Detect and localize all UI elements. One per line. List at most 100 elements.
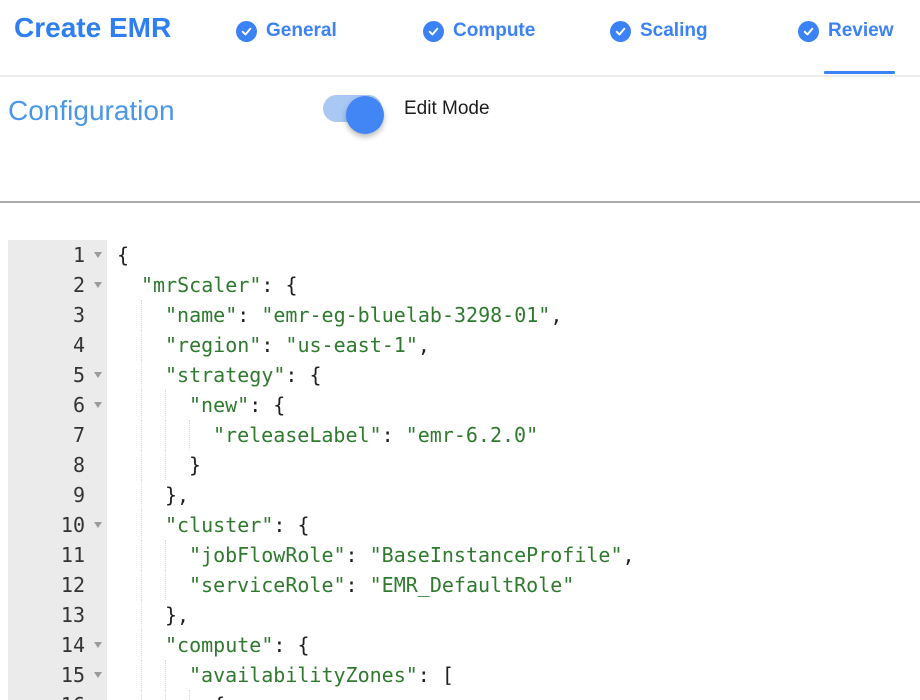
gutter-cell: 11 bbox=[8, 540, 107, 570]
line-number: 8 bbox=[8, 450, 88, 480]
fold-arrow-slot bbox=[88, 420, 107, 450]
gutter-cell: 8 bbox=[8, 450, 107, 480]
json-punctuation: : { bbox=[273, 510, 309, 540]
indent-guide bbox=[117, 270, 141, 300]
json-key: "availabilityZones" bbox=[189, 660, 418, 690]
json-key: "serviceRole" bbox=[189, 570, 346, 600]
code-line[interactable]: "releaseLabel": "emr-6.2.0" bbox=[107, 420, 920, 450]
gutter-cell: 3 bbox=[8, 300, 107, 330]
chevron-down-icon bbox=[94, 402, 102, 408]
line-number: 13 bbox=[8, 600, 88, 630]
tab-label: Compute bbox=[453, 20, 535, 42]
fold-arrow[interactable] bbox=[88, 630, 107, 660]
chevron-down-icon bbox=[94, 522, 102, 528]
indent-guide bbox=[141, 360, 165, 390]
gutter-cell: 6 bbox=[8, 390, 107, 420]
indent-guide bbox=[117, 330, 141, 360]
json-punctuation: : bbox=[346, 540, 370, 570]
line-number: 5 bbox=[8, 360, 88, 390]
editor-line: 13}, bbox=[8, 600, 920, 630]
editor[interactable]: 1{2"mrScaler": {3"name": "emr-eg-bluelab… bbox=[8, 240, 920, 700]
code-line[interactable]: "strategy": { bbox=[107, 360, 920, 390]
indent-guide bbox=[117, 390, 141, 420]
code-line[interactable]: { bbox=[107, 690, 920, 700]
editor-line: 15 "availabilityZones": [ bbox=[8, 660, 920, 690]
code-line[interactable]: "new": { bbox=[107, 390, 920, 420]
indent-guide bbox=[117, 660, 141, 690]
fold-arrow[interactable] bbox=[88, 510, 107, 540]
check-circle-icon bbox=[423, 21, 444, 42]
indent-guide bbox=[165, 540, 189, 570]
line-number: 3 bbox=[8, 300, 88, 330]
line-number: 16 bbox=[8, 690, 88, 700]
fold-arrow[interactable] bbox=[88, 240, 107, 270]
code-line[interactable]: "jobFlowRole": "BaseInstanceProfile", bbox=[107, 540, 920, 570]
line-number: 2 bbox=[8, 270, 88, 300]
json-punctuation: : bbox=[237, 300, 261, 330]
code-line[interactable]: }, bbox=[107, 600, 920, 630]
indent-guide bbox=[165, 690, 189, 700]
chevron-down-icon bbox=[94, 252, 102, 258]
json-punctuation: , bbox=[550, 300, 562, 330]
fold-arrow-slot bbox=[88, 300, 107, 330]
code-line[interactable]: "region": "us-east-1", bbox=[107, 330, 920, 360]
json-string: "emr-eg-bluelab-3298-01" bbox=[261, 300, 550, 330]
code-line[interactable]: "compute": { bbox=[107, 630, 920, 660]
indent-guide bbox=[141, 420, 165, 450]
indent-guide bbox=[117, 480, 141, 510]
line-number: 14 bbox=[8, 630, 88, 660]
gutter-cell: 4 bbox=[8, 330, 107, 360]
editor-line: 9}, bbox=[8, 480, 920, 510]
json-punctuation: : bbox=[346, 570, 370, 600]
code-line[interactable]: "serviceRole": "EMR_DefaultRole" bbox=[107, 570, 920, 600]
code-line[interactable]: } bbox=[107, 450, 920, 480]
fold-arrow[interactable] bbox=[88, 390, 107, 420]
json-key: "jobFlowRole" bbox=[189, 540, 346, 570]
tab-compute[interactable]: Compute bbox=[423, 20, 535, 42]
fold-arrow[interactable] bbox=[88, 360, 107, 390]
indent-guide bbox=[189, 420, 213, 450]
toggle-label: Edit Mode bbox=[404, 98, 490, 120]
section-divider bbox=[0, 201, 920, 203]
code-line[interactable]: { bbox=[107, 240, 920, 270]
toggle-knob[interactable] bbox=[346, 96, 384, 134]
json-string: "emr-6.2.0" bbox=[406, 420, 538, 450]
json-key: "name" bbox=[165, 300, 237, 330]
code-line[interactable]: "name": "emr-eg-bluelab-3298-01", bbox=[107, 300, 920, 330]
indent-guide bbox=[141, 570, 165, 600]
wizard-header: Create EMR General Compute Scaling Revie… bbox=[0, 0, 920, 77]
indent-guide bbox=[141, 600, 165, 630]
json-key: "releaseLabel" bbox=[213, 420, 382, 450]
indent-guide bbox=[141, 450, 165, 480]
gutter-cell: 7 bbox=[8, 420, 107, 450]
chevron-down-icon bbox=[94, 282, 102, 288]
code-line[interactable]: "cluster": { bbox=[107, 510, 920, 540]
fold-arrow[interactable] bbox=[88, 690, 107, 700]
fold-arrow-slot bbox=[88, 480, 107, 510]
indent-guide bbox=[141, 330, 165, 360]
json-punctuation: : bbox=[261, 330, 285, 360]
editor-line: 7"releaseLabel": "emr-6.2.0" bbox=[8, 420, 920, 450]
line-number: 15 bbox=[8, 660, 88, 690]
edit-mode-toggle[interactable] bbox=[323, 95, 382, 122]
json-punctuation: }, bbox=[165, 480, 189, 510]
editor-line: 3 "name": "emr-eg-bluelab-3298-01", bbox=[8, 300, 920, 330]
indent-guide bbox=[117, 630, 141, 660]
indent-guide bbox=[117, 450, 141, 480]
line-number: 4 bbox=[8, 330, 88, 360]
json-string: "BaseInstanceProfile" bbox=[370, 540, 623, 570]
fold-arrow[interactable] bbox=[88, 270, 107, 300]
code-line[interactable]: }, bbox=[107, 480, 920, 510]
gutter-cell: 10 bbox=[8, 510, 107, 540]
tab-label: Review bbox=[828, 20, 893, 42]
active-tab-indicator bbox=[824, 71, 895, 74]
indent-guide bbox=[165, 660, 189, 690]
code-line[interactable]: "mrScaler": { bbox=[107, 270, 920, 300]
fold-arrow[interactable] bbox=[88, 660, 107, 690]
tab-scaling[interactable]: Scaling bbox=[610, 20, 708, 42]
indent-guide bbox=[117, 300, 141, 330]
indent-guide bbox=[141, 300, 165, 330]
tab-review[interactable]: Review bbox=[798, 20, 893, 42]
tab-general[interactable]: General bbox=[236, 20, 337, 42]
code-line[interactable]: "availabilityZones": [ bbox=[107, 660, 920, 690]
